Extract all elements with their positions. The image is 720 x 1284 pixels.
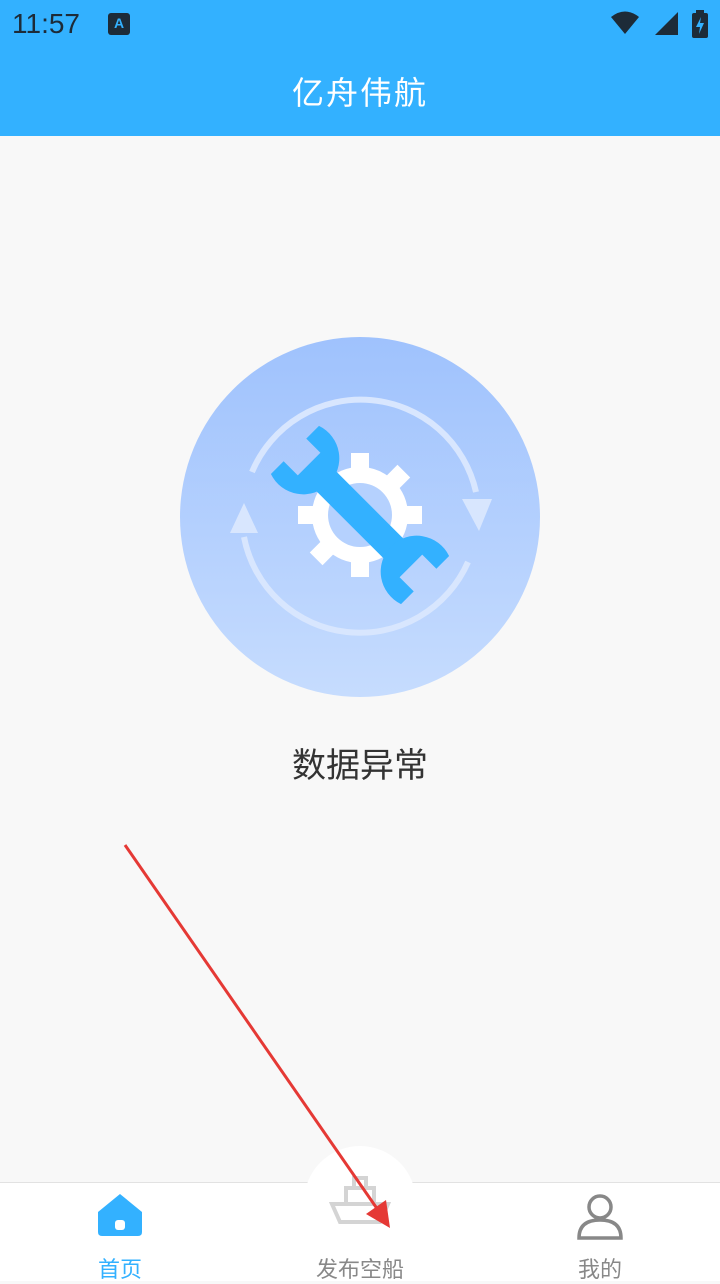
wifi-icon xyxy=(610,11,639,34)
notification-app-icon: A xyxy=(108,13,130,35)
battery-charging-icon xyxy=(692,10,708,38)
status-icons xyxy=(602,10,708,40)
status-bar: 11:57 A xyxy=(0,0,720,50)
tab-mine[interactable]: 我的 xyxy=(480,1182,720,1283)
signal-icon xyxy=(654,12,678,35)
tab-mine-label: 我的 xyxy=(577,1258,622,1283)
tab-publish-label: 发布空船 xyxy=(315,1258,404,1283)
tab-home[interactable]: 首页 xyxy=(0,1182,240,1283)
app-header: 亿舟伟航 xyxy=(0,50,720,136)
ship-icon xyxy=(328,1176,392,1224)
maintenance-wrench-gear-icon xyxy=(180,337,540,697)
tab-home-label: 首页 xyxy=(97,1258,142,1283)
tab-publish-ship[interactable]: 发布空船 xyxy=(240,1176,480,1283)
home-icon xyxy=(98,1194,142,1236)
status-time: 11:57 xyxy=(12,8,80,39)
user-icon xyxy=(577,1194,623,1240)
error-message: 数据异常 xyxy=(292,746,428,786)
page-title: 亿舟伟航 xyxy=(291,74,428,112)
